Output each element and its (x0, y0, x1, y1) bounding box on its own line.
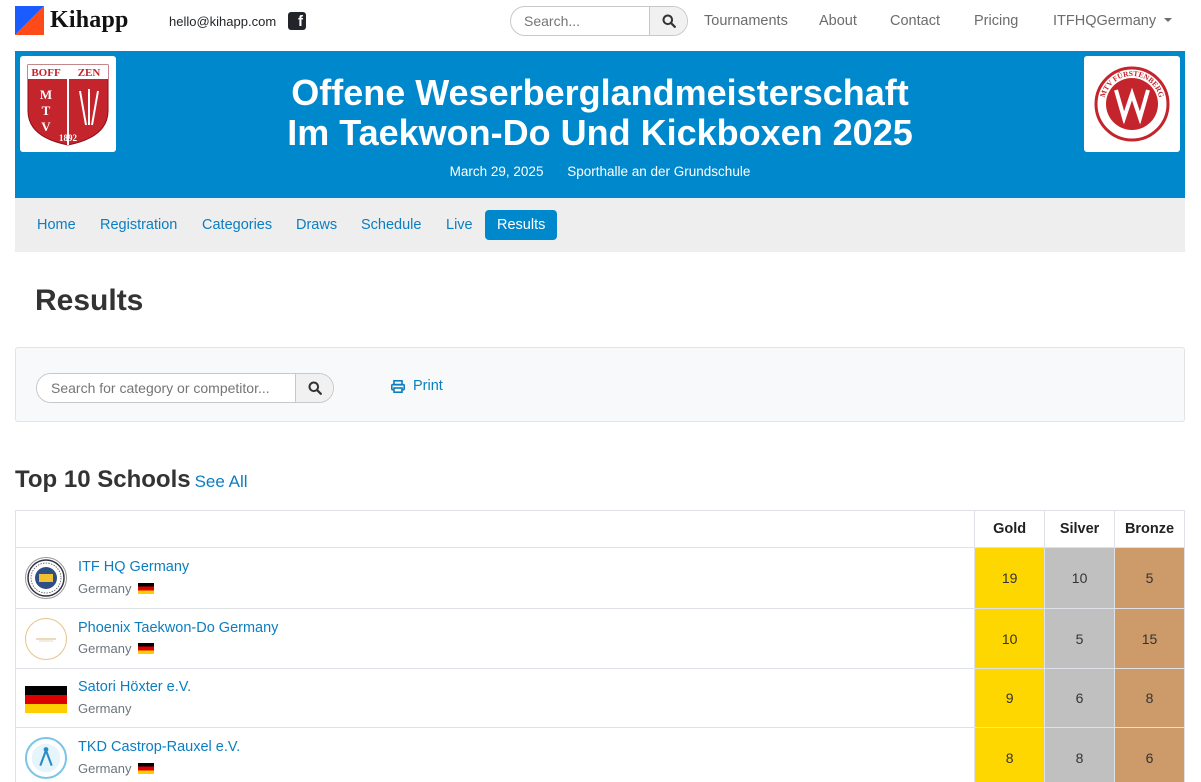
results-filter-panel: Print (15, 347, 1185, 422)
user-name: ITFHQGermany (1053, 13, 1157, 29)
school-country: Germany (78, 701, 131, 716)
search-icon (308, 381, 322, 395)
school-country: Germany (78, 641, 155, 656)
school-country: Germany (78, 761, 155, 776)
print-label: Print (413, 378, 443, 394)
tournament-title: Offene Weserberglandmeisterschaft Im Tae… (115, 73, 1085, 153)
mtv-bodenwerder-logo: BOFF ZEN M T V 1892 (20, 56, 116, 152)
club-crest-icon: BOFF ZEN M T V 1892 (27, 64, 109, 146)
phoenix-logo-icon (25, 618, 67, 660)
svg-text:M: M (40, 87, 52, 102)
nav-pricing[interactable]: Pricing (974, 13, 1018, 29)
table-row: TKD Castrop-Rauxel e.V. Germany 8 8 6 (16, 728, 1184, 782)
tournament-banner: BOFF ZEN M T V 1892 Offene Weserbergland… (15, 51, 1185, 198)
tab-schedule[interactable]: Schedule (349, 210, 433, 240)
top-navbar: Kihapp hello@kihapp.com f Tournaments Ab… (0, 0, 1201, 44)
table-row: Satori Höxter e.V. Germany 9 6 8 (16, 669, 1184, 728)
svg-text:ZEN: ZEN (78, 67, 101, 79)
top-search-button[interactable] (649, 7, 687, 35)
school-name-link[interactable]: ITF HQ Germany (78, 559, 189, 575)
bronze-count: 8 (1114, 669, 1184, 727)
bronze-count: 6 (1114, 728, 1184, 782)
gold-count: 8 (974, 728, 1045, 782)
itf-logo-icon (25, 557, 67, 599)
school-cell: TKD Castrop-Rauxel e.V. Germany (16, 728, 974, 782)
nav-about[interactable]: About (819, 13, 857, 29)
club-seal-icon: MTV FÜRSTENBERG von 1888 e.V. (1094, 66, 1170, 142)
german-flag-icon (25, 678, 67, 720)
kihapp-logo-icon (15, 6, 44, 35)
school-cell: ITF HQ Germany Germany (16, 548, 974, 608)
top-search-box (510, 6, 688, 36)
top-schools-table: Gold Silver Bronze ITF HQ Germany German… (15, 510, 1185, 782)
school-cell: Satori Höxter e.V. Germany (16, 669, 974, 727)
gold-count: 10 (974, 609, 1045, 668)
tab-registration[interactable]: Registration (88, 210, 189, 240)
printer-icon (391, 379, 405, 393)
country-label: Germany (78, 701, 132, 716)
brand-name: Kihapp (50, 7, 129, 33)
school-country: Germany (78, 581, 155, 596)
header-gold: Gold (974, 511, 1044, 547)
school-name-link[interactable]: Satori Höxter e.V. (78, 679, 191, 695)
tab-home[interactable]: Home (25, 210, 88, 240)
bronze-count: 15 (1114, 609, 1184, 668)
table-row: Phoenix Taekwon-Do Germany Germany 10 5 … (16, 609, 1184, 669)
germany-flag-icon (138, 583, 155, 594)
svg-text:BOFF: BOFF (31, 67, 61, 79)
silver-count: 5 (1044, 609, 1115, 668)
tournament-tabs: Home Registration Categories Draws Sched… (15, 198, 1185, 252)
tournament-venue: Sporthalle an der Grundschule (567, 164, 751, 179)
school-name-link[interactable]: Phoenix Taekwon-Do Germany (78, 620, 278, 636)
school-cell: Phoenix Taekwon-Do Germany Germany (16, 609, 974, 668)
bronze-count: 5 (1114, 548, 1184, 608)
nav-contact[interactable]: Contact (890, 13, 940, 29)
germany-flag-icon (138, 643, 155, 654)
svg-text:T: T (42, 103, 51, 118)
tab-categories[interactable]: Categories (190, 210, 284, 240)
nav-tournaments[interactable]: Tournaments (704, 13, 788, 29)
germany-flag-icon (138, 763, 155, 774)
search-icon (662, 14, 676, 28)
country-label: Germany (78, 641, 132, 656)
svg-text:V: V (41, 119, 51, 134)
top-schools-title: Top 10 Schools (15, 466, 191, 493)
header-silver: Silver (1044, 511, 1114, 547)
mtv-fuerstenberg-logo: MTV FÜRSTENBERG von 1888 e.V. (1084, 56, 1180, 152)
contact-email[interactable]: hello@kihapp.com (169, 14, 276, 29)
table-header-row: Gold Silver Bronze (16, 511, 1184, 548)
top-search-input[interactable] (511, 7, 649, 35)
silver-count: 6 (1044, 669, 1115, 727)
kickboxen-logo-icon (25, 737, 67, 779)
user-menu[interactable]: ITFHQGermany (1053, 13, 1173, 29)
silver-count: 8 (1044, 728, 1115, 782)
school-name-link[interactable]: TKD Castrop-Rauxel e.V. (78, 739, 240, 755)
gold-count: 19 (974, 548, 1045, 608)
title-line-1: Offene Weserberglandmeisterschaft (291, 72, 909, 113)
kihapp-logo[interactable]: Kihapp (15, 6, 129, 35)
results-search-button[interactable] (295, 374, 333, 402)
page-title: Results (35, 284, 144, 317)
table-row: ITF HQ Germany Germany 19 10 5 (16, 548, 1184, 609)
tournament-meta: March 29, 2025 Sporthalle an der Grundsc… (15, 164, 1185, 179)
header-bronze: Bronze (1114, 511, 1184, 547)
gold-count: 9 (974, 669, 1045, 727)
country-label: Germany (78, 581, 132, 596)
caret-down-icon (1164, 18, 1173, 23)
header-school-cell (16, 511, 974, 547)
tab-results[interactable]: Results (485, 210, 558, 240)
title-line-2: Im Taekwon-Do Und Kickboxen 2025 (287, 112, 913, 153)
results-search-box (36, 373, 334, 403)
tournament-date: March 29, 2025 (449, 164, 544, 179)
country-label: Germany (78, 761, 132, 776)
tab-draws[interactable]: Draws (284, 210, 349, 240)
svg-text:1892: 1892 (59, 133, 78, 143)
silver-count: 10 (1044, 548, 1115, 608)
see-all-link[interactable]: See All (195, 472, 248, 491)
top-schools-heading: Top 10 Schools See All (15, 466, 248, 494)
print-button[interactable]: Print (391, 378, 443, 394)
facebook-icon[interactable]: f (288, 12, 306, 30)
tab-live[interactable]: Live (434, 210, 485, 240)
results-search-input[interactable] (37, 374, 295, 402)
